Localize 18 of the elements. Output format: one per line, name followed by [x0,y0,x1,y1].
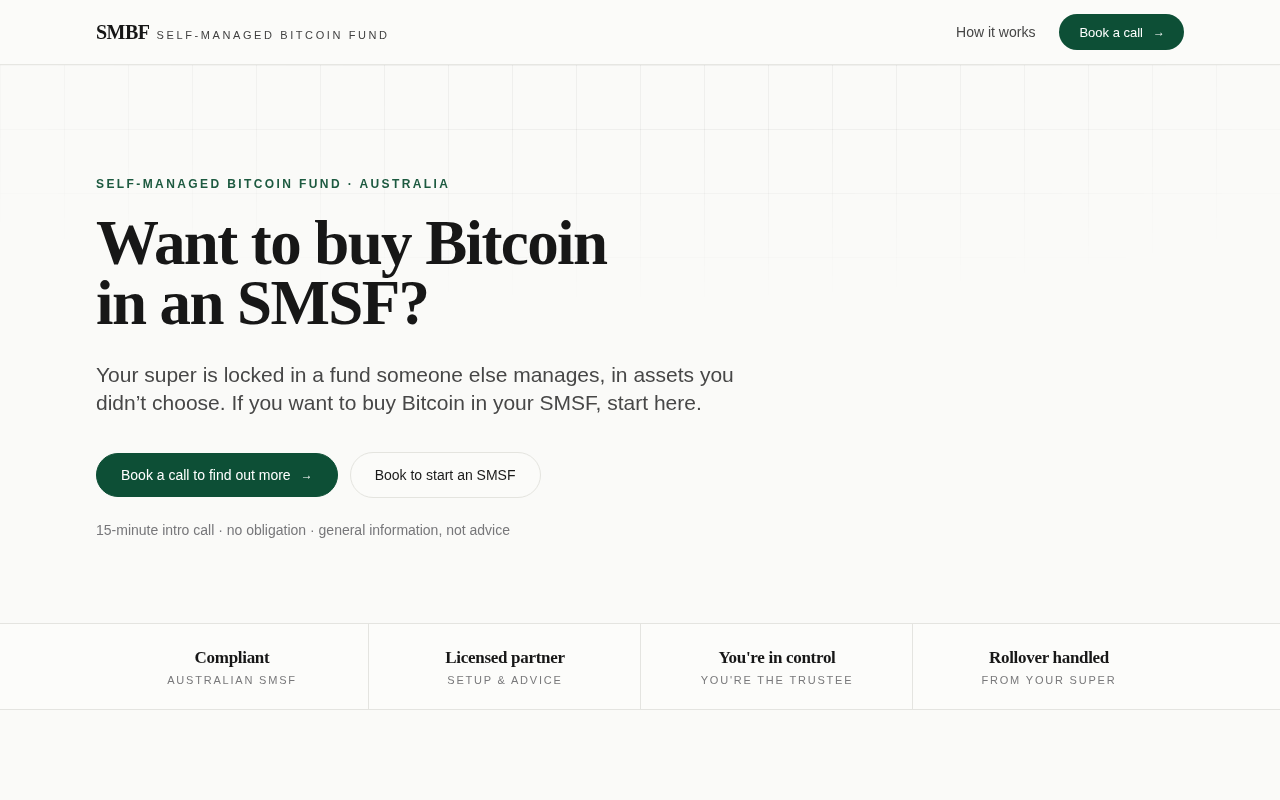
eyebrow-label: SELF-MANAGED BITCOIN FUND · AUSTRALIA [96,177,451,191]
feature-subtitle: FROM YOUR SUPER [981,673,1117,686]
intro-paragraph: Your super is locked in a fund someone else manages, in assets you didn’t choose. If you want to buy Bitcoin in your SMSF, start here. [96,362,735,416]
feature-title: Compliant [194,647,270,668]
secondary-cta-button[interactable]: Book to start an SMSF [349,452,541,498]
primary-cta-button[interactable]: Book a call to find out more → [96,453,338,497]
nav-link[interactable]: How it works [956,24,1036,40]
feature-subtitle: SETUP & ADVICE [447,673,563,686]
feature-title: You're in control [718,647,836,668]
book-call-button[interactable]: Book a call → [1059,14,1184,50]
hero-heading: Want to buy Bitcoin in an SMSF? [96,213,607,333]
feature-subtitle: YOU'RE THE TRUSTEE [700,673,854,686]
logo[interactable]: SMBF [96,20,150,44]
tagline: SELF-MANAGED BITCOIN FUND [156,28,390,41]
feature-title: Licensed partner [445,647,565,668]
feature-title: Rollover handled [988,647,1109,668]
disclaimer-note: 15-minute intro call · no obligation · general information, not advice [96,522,510,538]
feature-subtitle: AUSTRALIAN SMSF [167,673,297,686]
